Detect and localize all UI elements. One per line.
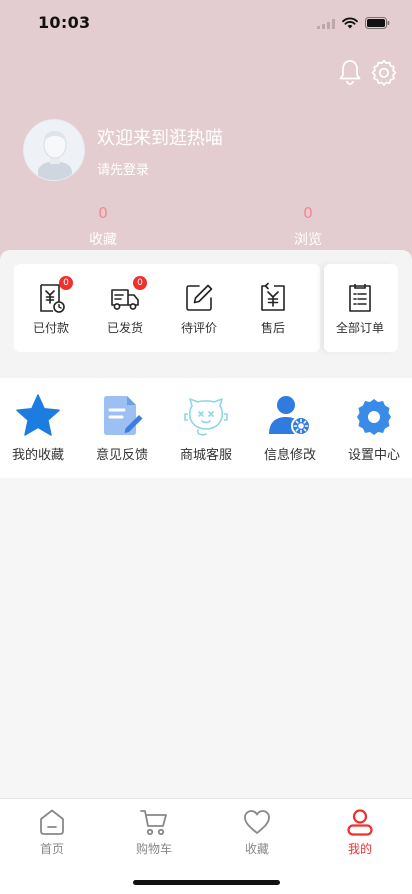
tab-cart-label: 购物车 [135,842,172,856]
tab-cart[interactable]: 购物车 [119,807,189,857]
welcome-text: 欢迎来到逛热喵 [97,128,223,149]
paid-invoice-icon: 0 [35,276,73,314]
services-row: 我的收藏 意见反馈 商城客服 信息修改 设置中心 [0,378,412,478]
bell-icon[interactable] [336,58,364,86]
order-shipped-label: 已发货 [106,321,143,335]
tab-mine[interactable]: 我的 [325,807,395,857]
status-icons [317,14,390,33]
status-bar: 10:03 [0,0,412,46]
service-feedback[interactable]: 意见反馈 [80,392,164,463]
stat-history[interactable]: 0 浏览 [278,203,338,249]
avatar[interactable] [23,119,85,181]
service-edit-info-label: 信息修改 [263,448,316,463]
service-customer-service[interactable]: 商城客服 [164,392,248,463]
refund-icon [257,282,289,314]
paid-badge: 0 [59,276,73,290]
order-list-icon [344,282,376,314]
heart-icon [242,807,272,837]
orders-panel: 0 已付款 0 已发货 待评价 售后 全部订单 [0,250,412,378]
cart-icon [139,807,169,837]
user-settings-icon [266,392,314,440]
order-shipped[interactable]: 0 已发货 [90,276,160,336]
status-time: 10:03 [38,13,91,32]
service-settings-label: 设置中心 [347,448,400,463]
service-feedback-label: 意见反馈 [95,448,148,463]
customer-service-icon [182,392,230,440]
cellular-signal-icon [317,14,335,33]
home-indicator [133,880,280,885]
order-all-label: 全部订单 [335,321,384,335]
edit-review-icon [183,282,215,314]
login-link[interactable]: 请先登录 [97,159,149,178]
order-all[interactable]: 全部订单 [325,282,395,336]
order-to-review-label: 待评价 [180,321,217,335]
service-customer-service-label: 商城客服 [179,448,232,463]
delivery-truck-icon: 0 [109,276,147,314]
order-paid[interactable]: 0 已付款 [16,276,86,336]
star-icon [14,392,62,440]
order-after-sales-label: 售后 [260,321,285,335]
shipped-badge: 0 [133,276,147,290]
service-favorites[interactable]: 我的收藏 [0,392,80,463]
service-settings[interactable]: 设置中心 [332,392,412,463]
order-after-sales[interactable]: 售后 [238,282,308,336]
stat-history-label: 浏览 [294,232,322,248]
home-icon [37,807,67,837]
order-paid-label: 已付款 [32,321,69,335]
header-actions [336,58,398,86]
stat-favorites[interactable]: 0 收藏 [73,203,133,249]
battery-icon [365,14,390,33]
tab-favorites-label: 收藏 [244,842,269,856]
stat-favorites-label: 收藏 [89,232,117,248]
tab-favorites[interactable]: 收藏 [222,807,292,857]
service-edit-info[interactable]: 信息修改 [248,392,332,463]
stat-favorites-count: 0 [98,204,108,222]
user-icon [345,807,375,837]
service-favorites-label: 我的收藏 [11,448,64,463]
tab-home[interactable]: 首页 [17,807,87,857]
order-to-review[interactable]: 待评价 [164,282,234,336]
feedback-icon [98,392,146,440]
tab-mine-label: 我的 [347,842,372,856]
gear-icon [350,392,398,440]
stat-history-count: 0 [303,204,313,222]
profile-header: 10:03 欢迎来到逛热喵 请先登录 0 收藏 0 浏览 [0,0,412,262]
settings-icon[interactable] [370,58,398,86]
tab-home-label: 首页 [39,842,64,856]
wifi-icon [342,14,358,33]
